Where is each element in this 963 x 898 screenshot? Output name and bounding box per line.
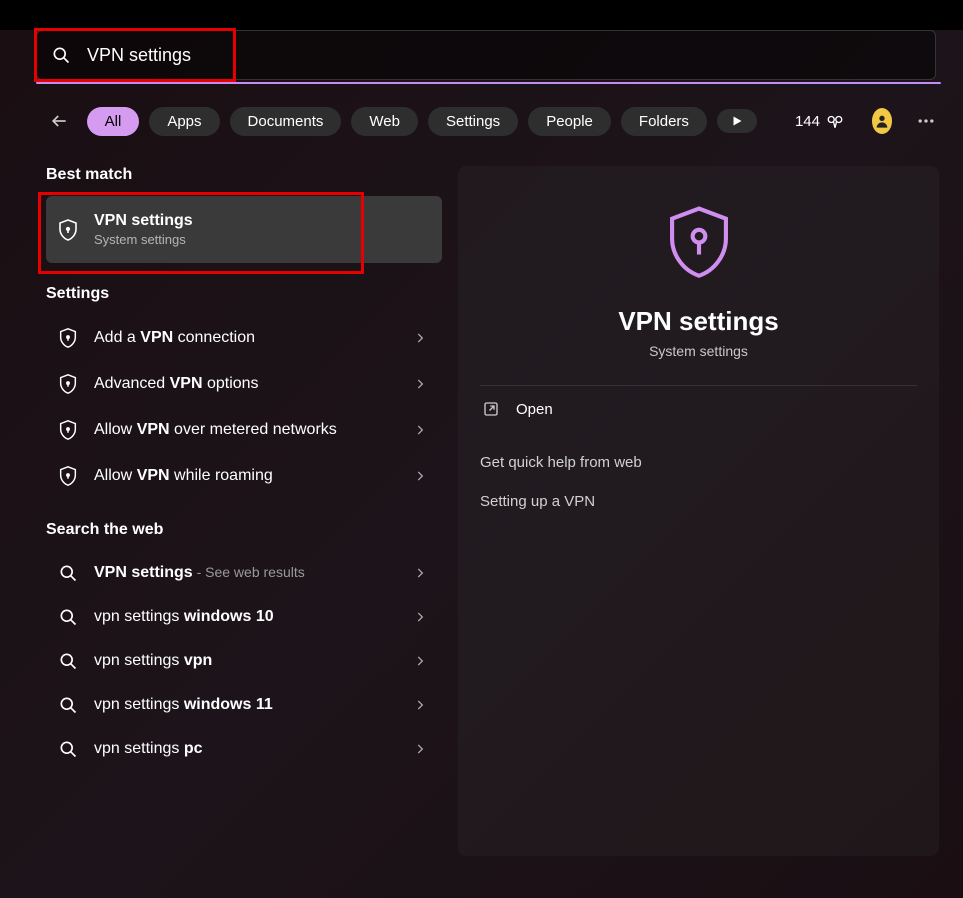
search-icon	[54, 607, 82, 627]
chevron-right-icon	[410, 377, 430, 391]
open-icon	[482, 400, 500, 418]
web-result-item[interactable]: vpn settings windows 11	[46, 683, 442, 727]
web-result-item[interactable]: VPN settings - See web results	[46, 551, 442, 595]
web-result-item[interactable]: vpn settings pc	[46, 727, 442, 771]
filter-pill-folders[interactable]: Folders	[621, 107, 707, 136]
result-title: VPN settings	[94, 212, 430, 230]
search-underline	[36, 82, 941, 84]
result-title: Advanced VPN options	[94, 375, 410, 393]
result-title: Allow VPN while roaming	[94, 467, 410, 485]
settings-result-item[interactable]: Allow VPN over metered networks	[46, 407, 442, 453]
result-subtitle: System settings	[94, 232, 430, 247]
results-columns: Best match VPN settings System settings …	[0, 166, 963, 856]
chevron-right-icon	[410, 654, 430, 668]
more-button[interactable]	[912, 104, 939, 138]
result-title: vpn settings vpn	[94, 652, 410, 670]
filter-pill-apps[interactable]: Apps	[149, 107, 219, 136]
result-title: VPN settings - See web results	[94, 564, 410, 582]
preview-shield-icon	[480, 202, 917, 288]
search-icon	[51, 45, 75, 65]
results-list: Best match VPN settings System settings …	[46, 166, 442, 856]
result-best-match[interactable]: VPN settings System settings	[46, 196, 442, 263]
web-result-item[interactable]: vpn settings vpn	[46, 639, 442, 683]
search-icon	[54, 695, 82, 715]
result-title: Add a VPN connection	[94, 329, 410, 347]
chevron-right-icon	[410, 698, 430, 712]
search-bar-container	[36, 30, 939, 80]
rewards-icon	[826, 112, 844, 130]
web-result-item[interactable]: vpn settings windows 10	[46, 595, 442, 639]
filter-pill-documents[interactable]: Documents	[230, 107, 342, 136]
settings-result-item[interactable]: Allow VPN while roaming	[46, 453, 442, 499]
preview-panel: VPN settings System settings Open Get qu…	[458, 166, 939, 856]
divider	[480, 385, 917, 386]
settings-result-item[interactable]: Add a VPN connection	[46, 315, 442, 361]
result-title: Allow VPN over metered networks	[94, 421, 410, 439]
section-search-web: Search the web	[46, 521, 442, 539]
search-input[interactable]	[87, 45, 921, 66]
filter-pill-play[interactable]	[717, 109, 757, 133]
open-action[interactable]: Open	[480, 386, 917, 432]
section-settings: Settings	[46, 285, 442, 303]
search-icon	[54, 651, 82, 671]
result-title: vpn settings windows 11	[94, 696, 410, 714]
shield-lock-icon	[54, 419, 82, 441]
result-title: vpn settings windows 10	[94, 608, 410, 626]
chevron-right-icon	[410, 331, 430, 345]
shield-lock-icon	[54, 465, 82, 487]
section-best-match: Best match	[46, 166, 442, 184]
quick-help-heading: Get quick help from web	[480, 454, 917, 471]
search-box[interactable]	[36, 30, 936, 80]
shield-lock-icon	[54, 373, 82, 395]
result-title: vpn settings pc	[94, 740, 410, 758]
chevron-right-icon	[410, 610, 430, 624]
shield-lock-icon	[54, 327, 82, 349]
preview-title: VPN settings	[480, 306, 917, 337]
search-icon	[54, 563, 82, 583]
search-icon	[54, 739, 82, 759]
filter-pill-settings[interactable]: Settings	[428, 107, 518, 136]
rewards-points[interactable]: 144	[795, 112, 844, 130]
filter-pill-web[interactable]: Web	[351, 107, 418, 136]
chevron-right-icon	[410, 469, 430, 483]
user-avatar[interactable]	[872, 108, 892, 134]
result-tail: - See web results	[193, 564, 305, 580]
shield-lock-icon	[54, 218, 82, 242]
chevron-right-icon	[410, 742, 430, 756]
filter-pill-people[interactable]: People	[528, 107, 611, 136]
quick-help-link[interactable]: Setting up a VPN	[480, 485, 917, 518]
open-label: Open	[516, 401, 553, 418]
chevron-right-icon	[410, 566, 430, 580]
preview-subtitle: System settings	[480, 343, 917, 359]
chevron-right-icon	[410, 423, 430, 437]
settings-result-item[interactable]: Advanced VPN options	[46, 361, 442, 407]
points-value: 144	[795, 113, 820, 130]
filter-row: All Apps Documents Web Settings People F…	[46, 104, 939, 138]
start-search-window: All Apps Documents Web Settings People F…	[0, 30, 963, 898]
back-button[interactable]	[46, 104, 73, 138]
filter-pill-all[interactable]: All	[87, 107, 140, 136]
